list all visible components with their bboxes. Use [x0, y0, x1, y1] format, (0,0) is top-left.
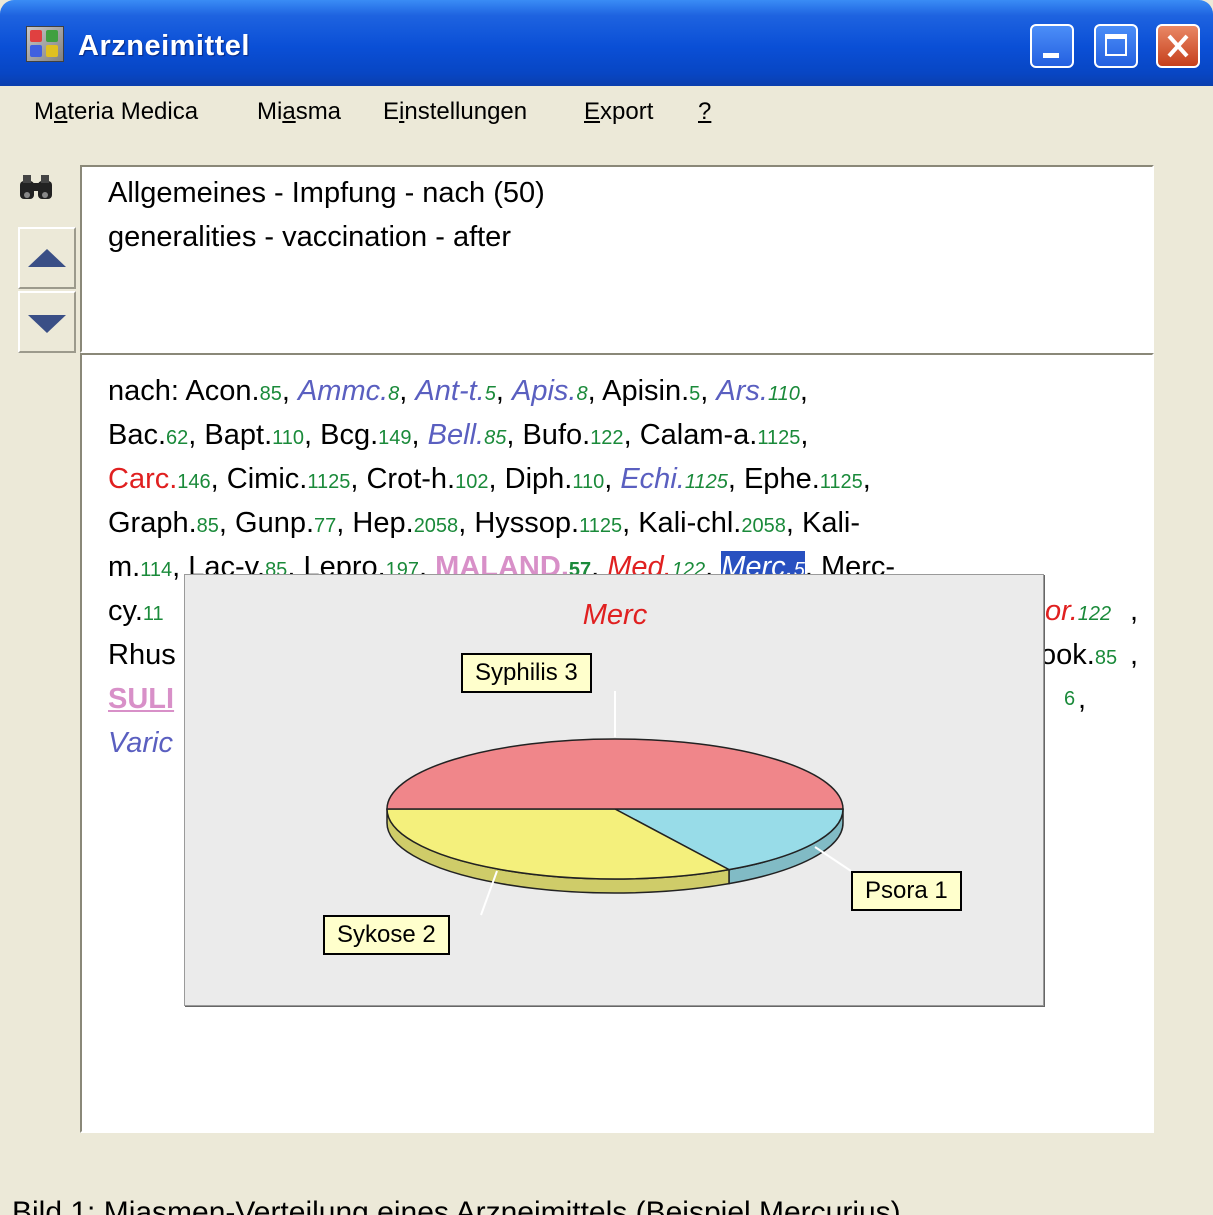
left-toolbar: [12, 165, 78, 355]
remedy-fragment[interactable]: Rhus: [108, 639, 176, 671]
title-bar[interactable]: Arzneimittel: [0, 0, 1213, 86]
remedy-item[interactable]: Bapt.110: [204, 419, 304, 451]
remedy-item[interactable]: Bac.62: [108, 419, 188, 451]
minimize-icon: [1043, 53, 1059, 58]
remedy-item[interactable]: Bcg.149: [320, 419, 411, 451]
remedy-item[interactable]: Ephe.1125: [744, 463, 863, 495]
remedy-line: nach: Acon.85, Ammc.8, Ant-t.5, Apis.8, …: [108, 375, 808, 407]
remedy-item[interactable]: Hyssop.1125: [474, 507, 622, 539]
miasm-chart-popup: Merc Syphilis 3 Sykose 2 Psora 1: [184, 574, 1044, 1006]
remedy-line: Carc.146, Cimic.1125, Crot-h.102, Diph.1…: [108, 463, 871, 495]
scroll-up-button[interactable]: [18, 227, 76, 289]
menu-bar: Materia Medica Miasma Einstellungen Expo…: [0, 86, 1213, 138]
remedy-item[interactable]: Gunp.77: [235, 507, 336, 539]
remedy-fragment[interactable]: ook.85: [1040, 633, 1117, 680]
menu-export[interactable]: Export: [584, 98, 653, 126]
remedy-item[interactable]: Bufo.122: [522, 419, 623, 451]
remedy-fragment[interactable]: or.122: [1045, 589, 1111, 636]
remedy-line: cy.11 or.122,: [108, 589, 1138, 636]
remedy-item[interactable]: Bell.85: [428, 419, 507, 451]
pie-slice-syphilis[interactable]: [386, 738, 844, 810]
remedy-item[interactable]: Apis.8: [512, 375, 588, 407]
figure-caption: Bild 1: Miasmen-Verteilung eines Arzneim…: [12, 1196, 901, 1215]
remedy-item[interactable]: Kali-: [802, 507, 860, 539]
rubric-english: generalities - vaccination - after: [108, 221, 511, 253]
maximize-button[interactable]: [1094, 24, 1138, 68]
remedy-item[interactable]: Diph.110: [505, 463, 605, 495]
remedy-item[interactable]: Cimic.1125: [227, 463, 351, 495]
pie-label-psora: Psora 1: [851, 871, 962, 911]
pie-leader-psora: [814, 846, 852, 872]
remedy-item[interactable]: Ars.110: [716, 375, 799, 407]
remedy-line: SULI 6,: [108, 677, 1086, 721]
up-arrow-icon: [28, 249, 66, 267]
remedy-line: Graph.85, Gunp.77, Hep.2058, Hyssop.1125…: [108, 507, 861, 539]
remedy-line: Varic: [108, 721, 173, 765]
close-icon: [1167, 34, 1189, 58]
remedy-fragment[interactable]: cy.11: [108, 595, 164, 627]
down-arrow-icon: [28, 315, 66, 333]
remedy-item[interactable]: Kali-chl.2058: [638, 507, 786, 539]
remedy-item[interactable]: Calam-a.1125: [640, 419, 801, 451]
menu-materia-medica[interactable]: Materia Medica: [34, 98, 198, 126]
app-icon: [26, 26, 64, 62]
remedy-line: Rhus ook.85,: [108, 633, 1138, 677]
minimize-button[interactable]: [1030, 24, 1074, 68]
menu-miasma[interactable]: Miasma: [257, 98, 341, 126]
remedy-item[interactable]: Crot-h.102: [366, 463, 488, 495]
remedy-item[interactable]: Echi.1125: [620, 463, 728, 495]
rubric-panel: Allgemeines - Impfung - nach (50) genera…: [80, 165, 1154, 353]
scroll-down-button[interactable]: [18, 291, 76, 353]
remedy-item[interactable]: Ant-t.5: [415, 375, 495, 407]
remedy-item[interactable]: Carc.146: [108, 463, 211, 495]
remedy-item[interactable]: Ammc.8: [298, 375, 399, 407]
menu-help[interactable]: ?: [698, 98, 711, 126]
window-title: Arzneimittel: [78, 30, 250, 62]
remedy-item[interactable]: Graph.85: [108, 507, 219, 539]
remedy-fragment: 6: [1064, 688, 1076, 710]
remedy-fragment[interactable]: Varic: [108, 727, 173, 759]
search-button[interactable]: [18, 165, 58, 227]
pie-label-sykose: Sykose 2: [323, 915, 450, 955]
app-window: Arzneimittel Materia Medica Miasma Einst…: [0, 0, 1213, 1215]
remedy-item[interactable]: m.114: [108, 551, 172, 583]
close-button[interactable]: [1156, 24, 1200, 68]
menu-einstellungen[interactable]: Einstellungen: [383, 98, 527, 126]
remedy-item[interactable]: Apisin.5: [602, 375, 700, 407]
remedy-line: Bac.62, Bapt.110, Bcg.149, Bell.85, Bufo…: [108, 419, 809, 451]
remedy-item[interactable]: Hep.2058: [352, 507, 458, 539]
maximize-icon: [1105, 34, 1127, 56]
binoculars-icon: [20, 175, 52, 199]
remedy-item[interactable]: Acon.85: [185, 375, 281, 407]
pie-label-syphilis: Syphilis 3: [461, 653, 592, 693]
remedy-fragment[interactable]: SULI: [108, 683, 174, 715]
pie-chart: [386, 691, 852, 916]
rubric-german: Allgemeines - Impfung - nach (50): [108, 177, 545, 209]
